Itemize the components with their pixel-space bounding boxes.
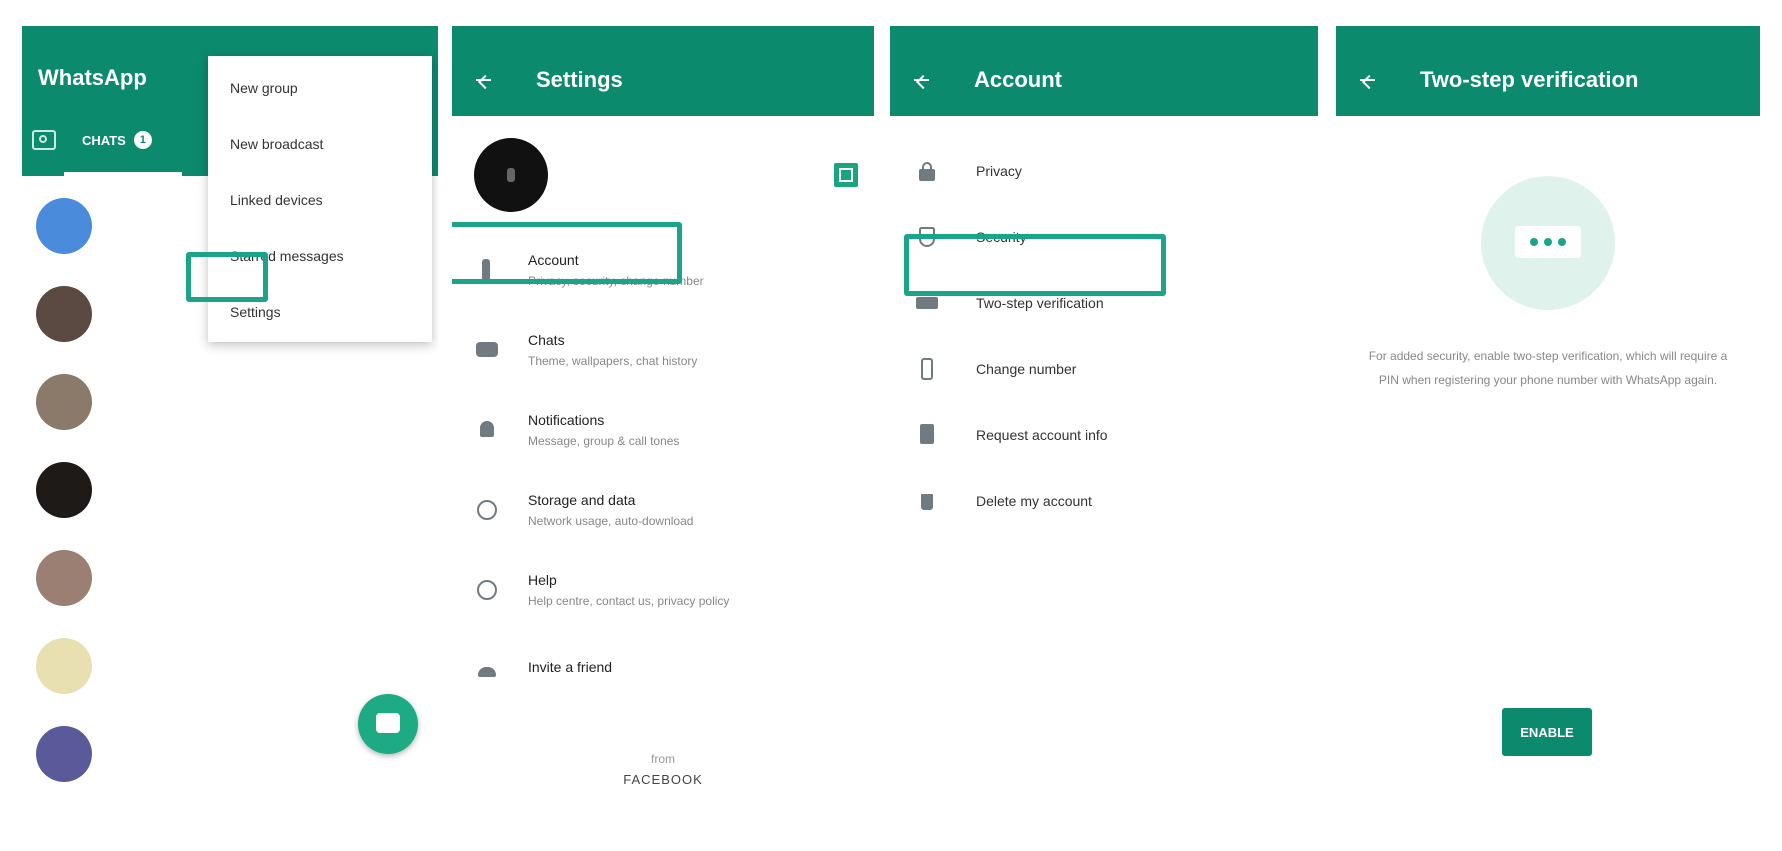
status-bar <box>890 26 1318 48</box>
settings-item-title: Help <box>528 572 557 588</box>
avatar[interactable] <box>36 374 92 430</box>
from-label: from <box>651 752 675 766</box>
avatar[interactable] <box>36 550 92 606</box>
avatar[interactable] <box>474 138 548 212</box>
settings-item-subtitle: Help centre, contact us, privacy policy <box>528 594 730 608</box>
settings-item-storage[interactable]: Storage and data Network usage, auto-dow… <box>452 470 874 550</box>
account-item-label: Delete my account <box>976 493 1092 509</box>
menu-item-linked-devices[interactable]: Linked devices <box>208 172 432 228</box>
settings-item-title: Chats <box>528 332 565 348</box>
new-chat-button[interactable] <box>358 694 418 754</box>
chat-row[interactable] <box>22 446 438 534</box>
page-title: Account <box>974 67 1062 92</box>
avatar[interactable] <box>36 726 92 782</box>
page-title: Settings <box>536 67 623 92</box>
tab-chats-badge: 1 <box>133 131 152 149</box>
settings-item-chats[interactable]: Chats Theme, wallpapers, chat history <box>452 310 874 390</box>
brand-label: FACEBOOK <box>623 772 703 787</box>
footer-branding: from FACEBOOK <box>452 752 874 787</box>
account-item-request-info[interactable]: Request account info <box>890 402 1318 468</box>
back-arrow-icon[interactable] <box>472 69 494 91</box>
settings-item-subtitle: Network usage, auto-download <box>528 514 694 528</box>
menu-item-new-broadcast[interactable]: New broadcast <box>208 116 432 172</box>
status-bar <box>22 26 438 48</box>
camera-icon[interactable] <box>32 130 56 150</box>
account-item-privacy[interactable]: Privacy <box>890 138 1318 204</box>
message-icon <box>376 713 400 733</box>
avatar[interactable] <box>36 462 92 518</box>
account-options: Privacy Security Two-step verification C… <box>890 116 1318 534</box>
two-step-description: For added security, enable two-step veri… <box>1368 349 1728 387</box>
bell-icon <box>476 419 498 441</box>
account-item-label: Change number <box>976 361 1077 377</box>
profile-row[interactable] <box>452 116 874 230</box>
settings-item-subtitle: Message, group & call tones <box>528 434 680 448</box>
avatar[interactable] <box>36 286 92 342</box>
settings-item-invite[interactable]: Invite a friend <box>452 630 874 710</box>
highlight-settings <box>186 252 268 302</box>
help-icon <box>476 579 498 601</box>
status-bar <box>1336 26 1760 48</box>
screen-chats: WhatsApp CHATS 1 New group New broadcast… <box>22 26 438 806</box>
settings-item-help[interactable]: Help Help centre, contact us, privacy po… <box>452 550 874 630</box>
screen-settings: Settings Account Privacy, security, chan… <box>452 26 874 806</box>
screen-account: Account Privacy Security Two-step verifi… <box>890 26 1318 806</box>
settings-item-title: Notifications <box>528 412 605 428</box>
settings-item-title: Invite a friend <box>528 659 613 675</box>
qr-code-icon[interactable] <box>834 163 858 187</box>
app-bar: Two-step verification <box>1336 26 1760 116</box>
tab-chats[interactable]: CHATS 1 <box>82 131 152 149</box>
account-item-label: Two-step verification <box>976 295 1104 311</box>
avatar[interactable] <box>36 198 92 254</box>
document-icon <box>916 424 938 446</box>
app-bar: Account <box>890 26 1318 116</box>
account-item-delete[interactable]: Delete my account <box>890 468 1318 534</box>
tab-chats-label: CHATS <box>82 132 126 148</box>
page-title-row: Account <box>890 48 1318 112</box>
settings-item-subtitle: Theme, wallpapers, chat history <box>528 354 698 368</box>
screen-two-step-verification: Two-step verification For added security… <box>1336 26 1760 806</box>
data-usage-icon <box>476 499 498 521</box>
highlight-account <box>452 222 682 284</box>
menu-item-new-group[interactable]: New group <box>208 60 432 116</box>
chat-icon <box>476 339 498 361</box>
account-item-change-number[interactable]: Change number <box>890 336 1318 402</box>
lock-icon <box>916 160 938 182</box>
trash-icon <box>916 490 938 512</box>
highlight-two-step <box>904 234 1166 296</box>
account-item-label: Request account info <box>976 427 1108 443</box>
page-title-row: Two-step verification <box>1336 48 1760 112</box>
account-item-label: Privacy <box>976 163 1022 179</box>
back-arrow-icon[interactable] <box>1356 69 1378 91</box>
people-icon <box>476 659 498 681</box>
chat-row[interactable] <box>22 358 438 446</box>
back-arrow-icon[interactable] <box>910 69 932 91</box>
status-bar <box>452 26 874 48</box>
settings-item-notifications[interactable]: Notifications Message, group & call tone… <box>452 390 874 470</box>
app-bar: Settings <box>452 26 874 116</box>
tab-indicator <box>64 172 182 176</box>
settings-item-title: Storage and data <box>528 492 636 508</box>
password-dots-icon <box>1515 226 1581 258</box>
chat-row[interactable] <box>22 534 438 622</box>
enable-button[interactable]: ENABLE <box>1502 708 1592 756</box>
phone-icon <box>916 358 938 380</box>
page-title: Two-step verification <box>1420 67 1639 92</box>
pin-illustration <box>1481 176 1615 310</box>
page-title-row: Settings <box>452 48 874 112</box>
avatar[interactable] <box>36 638 92 694</box>
